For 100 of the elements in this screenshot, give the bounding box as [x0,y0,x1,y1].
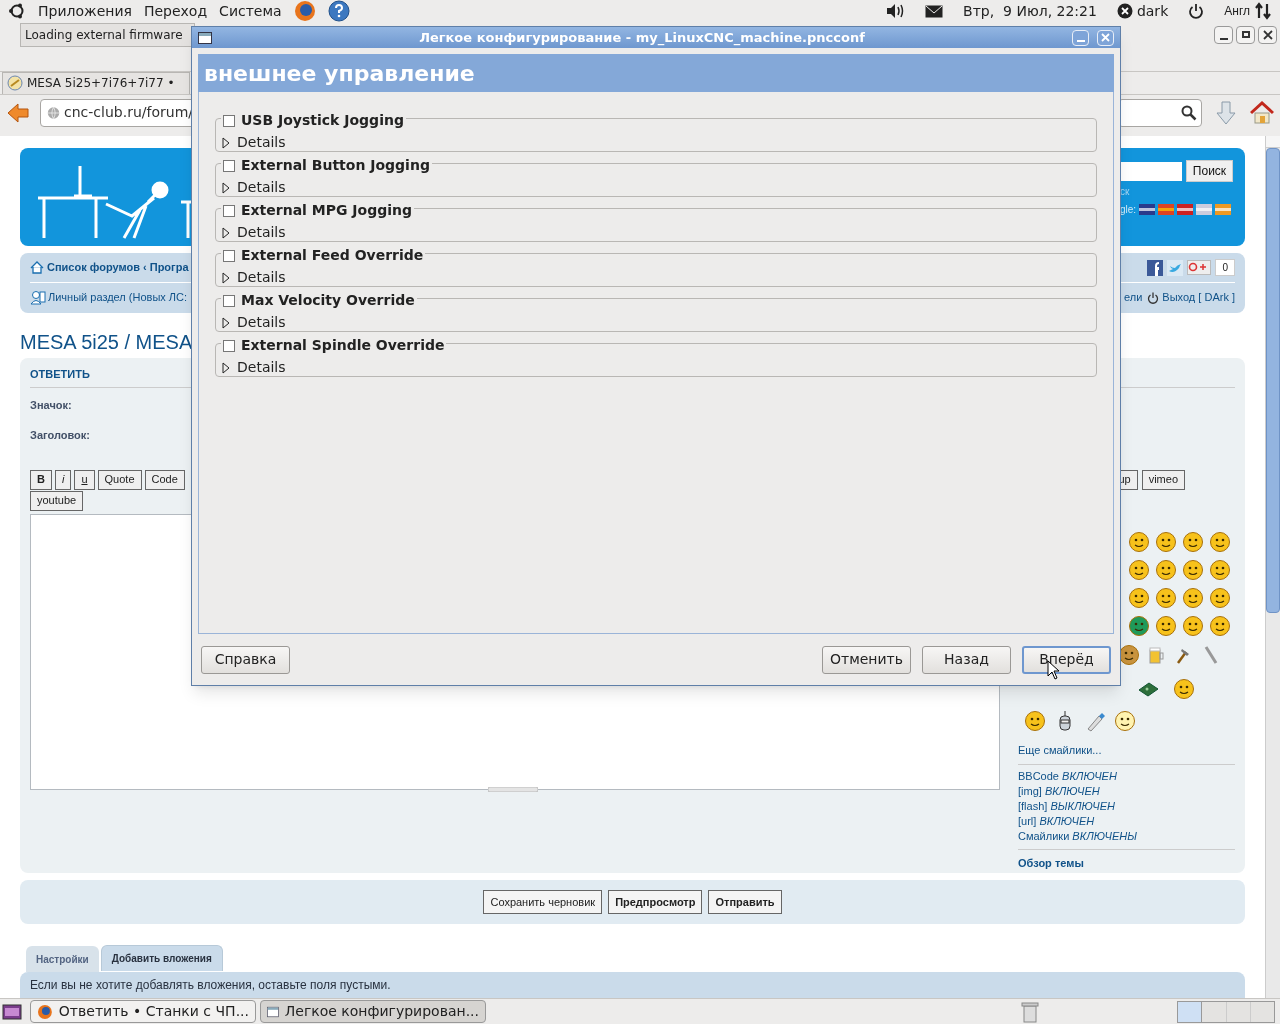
details-expander[interactable]: Details [222,177,286,198]
keyboard-layout[interactable]: Англ [1224,2,1250,20]
search-button[interactable]: Поиск [1186,160,1233,182]
tab-title: MESA 5i25+7i76+7i77 • [27,75,175,93]
smiley-icon[interactable] [1182,586,1204,609]
smiley-icon[interactable] [1182,530,1204,553]
facebook-icon[interactable] [1147,259,1164,276]
more-smilies-link[interactable]: Еще смайлики... [1018,741,1235,758]
help-icon[interactable] [327,0,350,22]
dialog-button[interactable]: Отменить [822,645,911,674]
window-menu-icon[interactable] [198,31,212,44]
format-button[interactable]: youtube [30,490,84,511]
clock[interactable]: Втр, 9 Июл, 22:21 [963,0,1097,22]
close-button[interactable] [1258,25,1277,44]
network-icon[interactable] [1254,2,1272,20]
smiley-icon[interactable] [1209,558,1231,581]
smiley-icon[interactable] [1128,530,1150,553]
smiley-icon[interactable] [1155,586,1177,609]
close-icon [1101,33,1110,42]
smiley-icon[interactable] [1173,677,1195,700]
breadcrumb-link[interactable]: Список форумов ‹ Програ [47,259,189,276]
smiley-icon[interactable] [1209,614,1231,637]
home-icon[interactable] [30,261,44,274]
flag-icon[interactable] [1196,204,1213,215]
smiley-icon[interactable] [1024,709,1046,732]
browser-launcher-icon[interactable] [293,0,316,22]
browser-tab[interactable]: MESA 5i25+7i76+7i77 • [2,71,190,94]
task-button[interactable]: Ответить • Станки с ЧП... [30,1000,256,1023]
format-button[interactable]: vimeo [1141,469,1185,490]
details-expander[interactable]: Details [222,222,286,243]
flag-icon[interactable] [1177,204,1194,215]
smiley-icon[interactable] [1155,530,1177,553]
browser-icon [37,1003,53,1020]
format-button[interactable]: B [30,469,52,490]
details-expander[interactable]: Details [222,357,286,378]
scrollbar[interactable] [1265,136,1280,998]
details-expander[interactable]: Details [222,312,286,333]
show-desktop-icon[interactable] [2,1002,22,1021]
power-icon[interactable] [1188,3,1205,19]
site-favicon-icon [7,75,23,92]
flag-icon[interactable] [1139,204,1156,215]
panel-menu[interactable]: Переход [143,0,208,22]
volume-icon[interactable] [885,3,906,19]
checkbox[interactable] [223,339,235,352]
workspace-switcher[interactable] [1177,1000,1275,1023]
flag-icon[interactable] [1215,204,1232,215]
logout-link[interactable]: Выход [ DArk ] [1162,289,1235,306]
smiley-icon[interactable] [1209,530,1231,553]
mail-icon[interactable] [925,4,944,18]
minimize-button[interactable] [1214,25,1233,44]
dialog-button[interactable]: Вперёд [1022,645,1111,674]
panel-menu[interactable]: Приложения [38,0,132,22]
smiley-icon[interactable] [1128,558,1150,581]
smiley-icon[interactable] [1114,709,1136,732]
smiley-icon[interactable] [1155,558,1177,581]
site-search-field[interactable] [1120,161,1182,181]
smiley-icon[interactable] [1209,586,1231,609]
smiley-icon[interactable] [1182,558,1204,581]
checkbox[interactable] [223,249,235,262]
search-field[interactable] [1118,99,1202,127]
smiley-icon[interactable] [1118,643,1140,666]
format-button[interactable]: Code [144,469,185,490]
back-arrow-icon[interactable] [6,102,30,124]
format-button[interactable]: Quote [97,469,142,490]
smiley-icon[interactable] [1155,614,1177,637]
smiley-icon[interactable] [1128,586,1150,609]
form-button[interactable]: Отправить [708,890,782,914]
format-button[interactable]: u [74,469,95,490]
maximize-button[interactable] [1236,25,1255,44]
checkbox[interactable] [223,159,235,172]
power-icon[interactable] [1147,291,1160,304]
user-icon[interactable] [30,290,46,305]
topic-review-link[interactable]: Обзор темы [1018,857,1084,869]
checkbox[interactable] [223,294,235,307]
details-expander[interactable]: Details [222,267,286,288]
smiley-icon[interactable] [1182,614,1204,637]
form-button[interactable]: Сохранить черновик [483,890,603,914]
form-tab[interactable]: Добавить вложения [100,945,223,971]
google-plus-icon[interactable] [1187,260,1212,275]
user-name[interactable]: dark [1136,0,1169,22]
checkbox[interactable] [223,114,235,127]
home-icon[interactable] [1250,101,1274,125]
logo-icon[interactable] [8,2,26,20]
smiley-icon[interactable] [1128,614,1150,637]
task-button[interactable]: Легкое конфигурирован... [260,1000,486,1023]
personal-section-link[interactable]: Личный раздел (Новых ЛС: [48,289,188,306]
bbcode-status: [img] ВКЛЮЧЕН [1018,784,1101,799]
format-button[interactable]: i [54,469,72,490]
form-tab[interactable]: Настройки [26,946,99,972]
dialog-button[interactable]: Назад [922,645,1011,674]
details-expander[interactable]: Details [222,132,286,153]
checkbox-label[interactable]: External Feed Override [241,245,424,266]
panel-menu[interactable]: Система [219,0,282,22]
page-heading: внешнее управление [204,59,475,88]
help-button[interactable]: Справка [201,645,290,674]
resize-handle-icon[interactable] [488,786,538,792]
form-button[interactable]: Предпросмотр [608,890,703,914]
user-status-icon[interactable] [1116,3,1133,19]
users-link[interactable]: ели [1124,289,1143,306]
checkbox[interactable] [223,204,235,217]
